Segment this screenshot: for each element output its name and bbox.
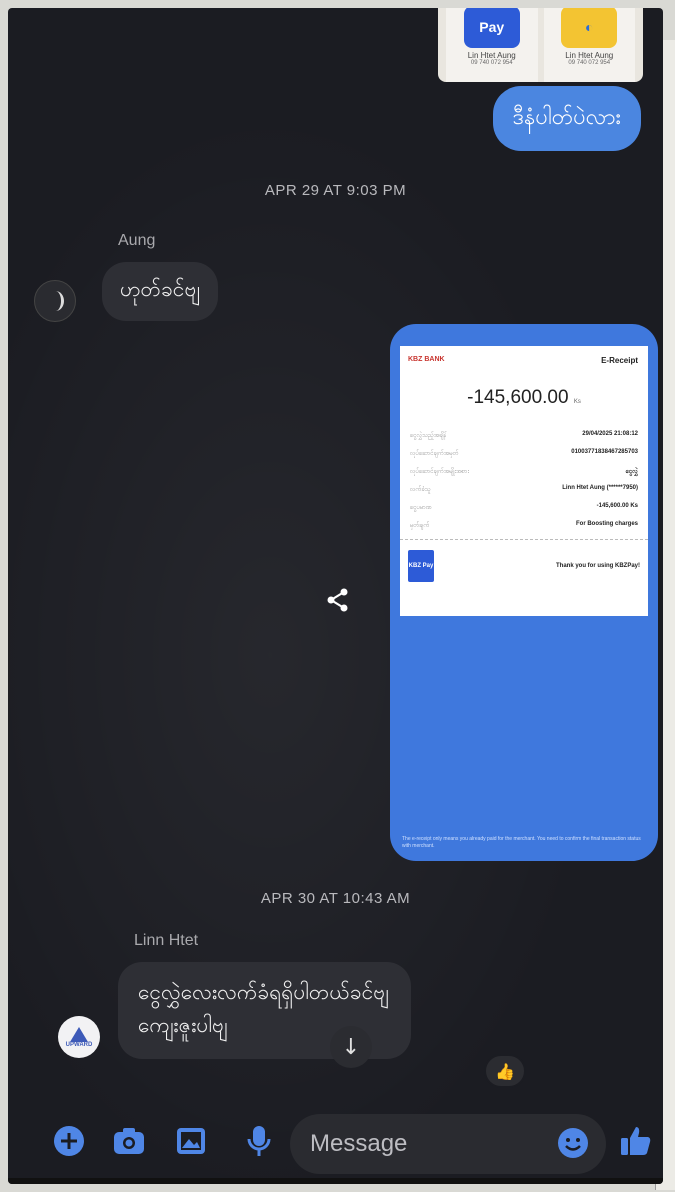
receipt-row-value: 29/04/2025 21:08:12 [582,431,638,437]
avatar[interactable]: UPWARD [58,1016,100,1058]
receipt-row-label: ငွေလွှဲသည့်အချိန် [410,433,447,439]
receipt-row-label: လက်ခံသူ [410,487,431,493]
receipt-row-label: လုပ်ဆောင်ချက်အမျိုးအစား [410,469,470,475]
e-receipt: KBZ BANK E-Receipt -145,600.00 Ks ငွေလွှ… [400,346,648,616]
wavepay-logo: ◐ [561,8,618,48]
thanks-text: Thank you for using KBZPay! [555,563,640,569]
incoming-message[interactable]: ဟုတ်ခင်ဗျ [102,262,218,321]
reaction-badge[interactable]: 👍 [484,1054,526,1088]
receipt-row-value: Linn Htet Aung (******7950) [562,485,638,491]
emoji-icon [558,1128,588,1158]
receipt-row-label: ငွေပမာဏ [410,505,432,511]
plus-icon [54,1126,84,1156]
thumbs-up-icon [621,1127,651,1155]
receipt-row-value: For Boosting charges [575,521,638,527]
microphone-icon [247,1126,271,1156]
receipt-row-value: ငွေလွှဲ [625,469,638,475]
qr-name: Lin Htet Aung [467,51,516,60]
receipt-disclaimer: The e-receipt only means you already pai… [402,836,641,849]
screen-edge [8,1178,663,1184]
sender-name: Linn Htet [134,932,199,949]
receipt-row-label: မှတ်ချက် [410,523,430,529]
receipt-row-value: -145,600.00 Ks [596,503,638,509]
receipt-row: ငွေပမာဏ -145,600.00 Ks [410,503,638,512]
kbzpay-logo: KBZ Pay [408,550,434,582]
qr-number: 09 740 072 954 [470,60,513,66]
qr-number: 09 740 072 954 [568,60,611,66]
thumbs-up-icon: 👍 [495,1061,515,1081]
message-composer [8,1108,663,1184]
camera-icon [114,1128,144,1154]
receipt-title: E-Receipt [601,356,638,365]
timestamp: APR 29 AT 9:03 PM [264,182,407,199]
gallery-button[interactable] [174,1124,208,1158]
receipt-image-message[interactable]: KBZ BANK E-Receipt -145,600.00 Ks ငွေလွှ… [390,324,658,861]
kbzpay-qr-card: Pay Lin Htet Aung 09 740 072 954 [446,8,538,82]
message-input[interactable] [310,1130,530,1158]
receipt-row: လုပ်ဆောင်ချက်အမျိုးအစား ငွေလွှဲ [410,467,638,476]
avatar-label: UPWARD [65,1041,93,1048]
message-field[interactable] [290,1114,606,1174]
receipt-row: လက်ခံသူ Linn Htet Aung (******7950) [410,485,638,494]
outgoing-message[interactable]: ဒီနံပါတ်ပဲလား [492,86,641,151]
share-icon[interactable] [324,586,352,614]
sender-name: Aung [118,232,156,249]
qr-name: Lin Htet Aung [565,51,614,60]
timestamp: APR 30 AT 10:43 AM [260,890,411,907]
receipt-row-value: 01003771838467285703 [571,449,638,455]
microphone-button[interactable] [242,1124,276,1158]
kbzpay-logo: Pay [463,8,520,48]
receipt-amount: -145,600.00 Ks [467,387,581,408]
add-button[interactable] [52,1124,86,1158]
qr-image-message[interactable]: Pay Lin Htet Aung 09 740 072 954 ◐ Lin H… [438,8,643,82]
receipt-row-label: လုပ်ဆောင်ချက်အမှတ် [410,451,459,457]
receipt-row: မှတ်ချက် For Boosting charges [410,521,638,530]
receipt-row: လုပ်ဆောင်ချက်အမှတ် 01003771838467285703 [410,449,638,458]
emoji-button[interactable] [556,1126,590,1160]
wavepay-qr-card: ◐ Lin Htet Aung 09 740 072 954 [543,8,635,82]
message-line: ငွေလွှဲလေးလက်ခံရရှိပါတယ်ခင်ဗျ [138,980,389,1004]
scroll-to-bottom-button[interactable]: ↓ [330,1026,372,1068]
like-button[interactable] [616,1124,656,1158]
receipt-details: ငွေလွှဲသည့်အချိန် 29/04/2025 21:08:12 လုပ်… [400,409,648,530]
chat-screen: Pay Lin Htet Aung 09 740 072 954 ◐ Lin H… [8,8,663,1184]
receipt-row: ငွေလွှဲသည့်အချိန် 29/04/2025 21:08:12 [410,431,638,440]
camera-button[interactable] [112,1124,146,1158]
arrow-down-icon: ↓ [341,1034,361,1060]
image-icon [177,1128,205,1154]
upward-logo-icon [70,1026,88,1042]
avatar[interactable] [34,280,76,322]
bank-name: KBZ BANK [408,356,445,363]
